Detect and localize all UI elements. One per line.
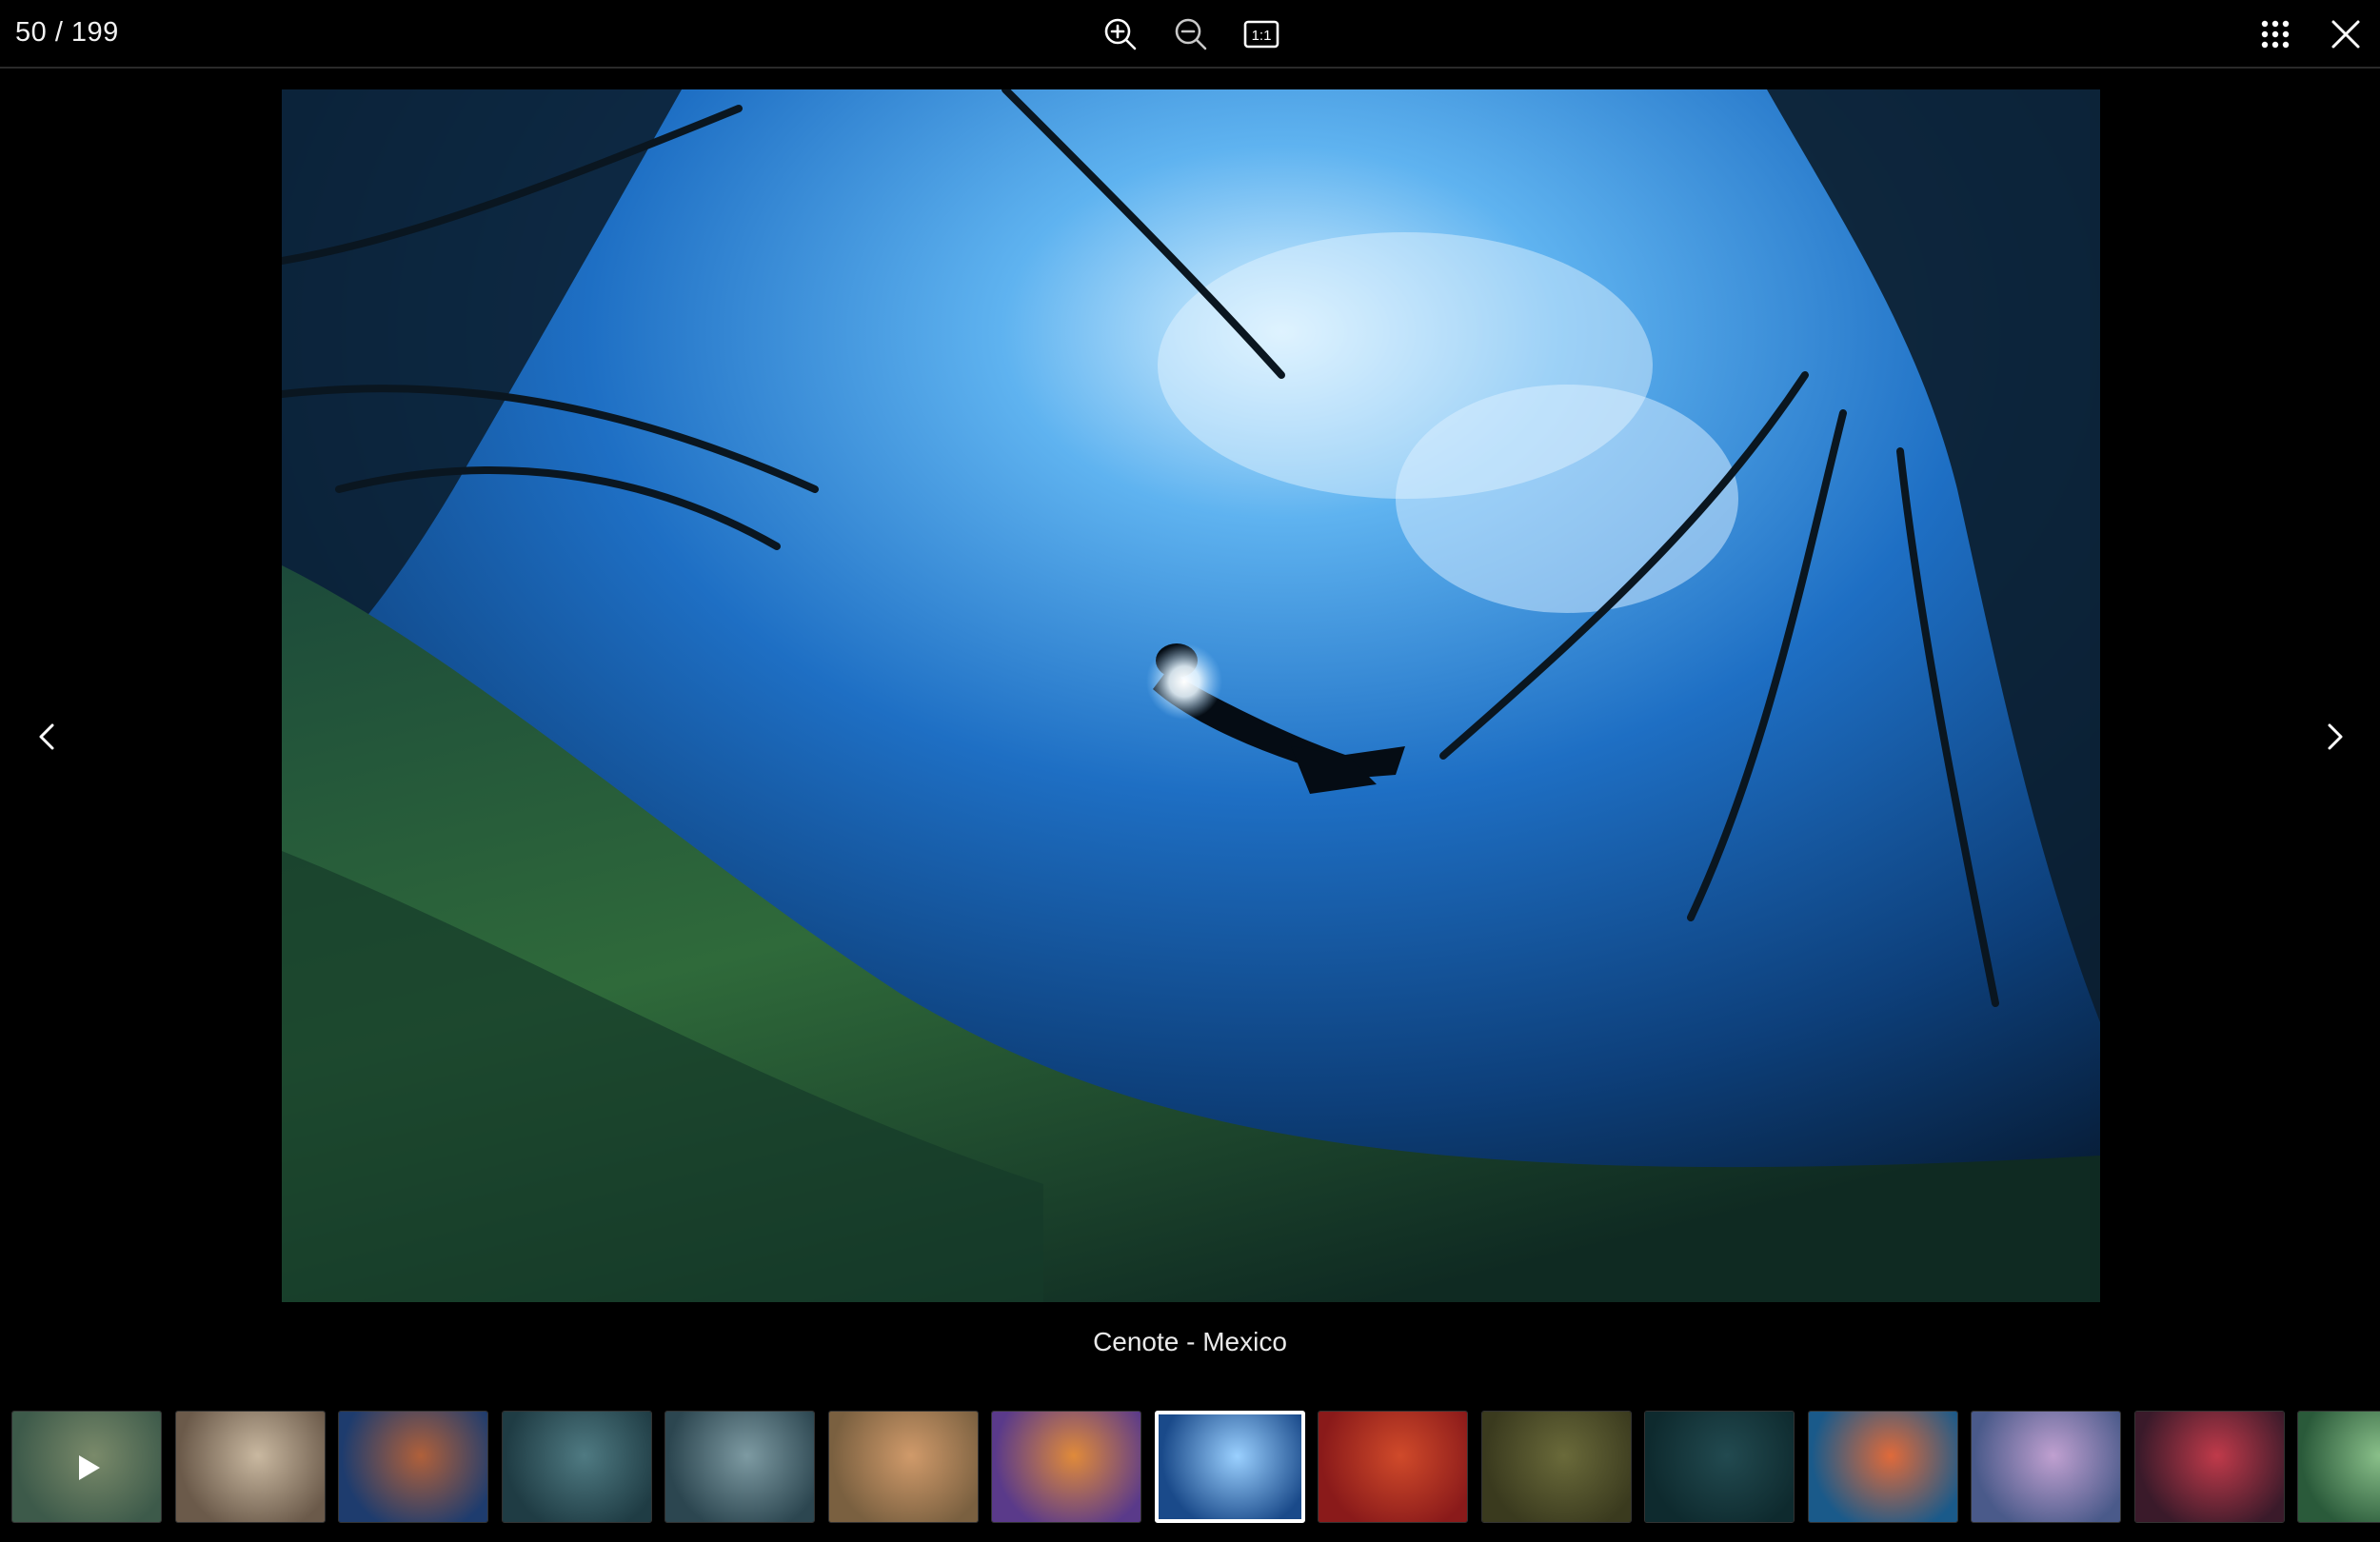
thumbnail-active[interactable] [1154,1411,1305,1523]
thumbnail-image [2298,1412,2380,1522]
svg-text:1:1: 1:1 [1252,28,1272,44]
thumbnail-image [1481,1412,1631,1522]
thumbnail-image [1808,1412,1957,1522]
thumbnail[interactable] [174,1411,326,1523]
actual-size-button[interactable]: 1:1 [1240,13,1282,55]
thumbnail[interactable] [338,1411,488,1523]
image-counter: 50 / 199 [15,17,119,48]
thumbnail-image [665,1412,814,1522]
actual-size-icon: 1:1 [1243,20,1279,49]
close-button[interactable] [2325,13,2367,55]
thumbnail-image [175,1412,325,1522]
close-icon [2331,20,2360,49]
zoom-in-button[interactable] [1100,13,1141,55]
zoom-out-icon [1175,18,1207,50]
chevron-left-icon [39,723,54,750]
thumbnail[interactable] [827,1411,979,1523]
next-button[interactable] [2306,708,2363,765]
thumbnail[interactable] [11,1411,162,1523]
thumbnail[interactable] [991,1411,1141,1523]
thumbnail[interactable] [664,1411,815,1523]
top-toolbar: 50 / 199 1:1 [0,0,2380,69]
thumbnail-image [1645,1412,1794,1522]
thumbnail[interactable] [1807,1411,1958,1523]
thumbnail-image [828,1412,978,1522]
thumbnail-image [1319,1412,1467,1522]
thumbnail-image [992,1412,1140,1522]
previous-button[interactable] [19,708,76,765]
thumbnail-image [2134,1412,2284,1522]
thumbnail-image [502,1412,651,1522]
cenote-photo [282,89,2100,1302]
thumbnail-image [1972,1412,2120,1522]
photo-caption: Cenote - Mexico [1093,1327,1287,1356]
thumbnail-strip [0,1407,2380,1525]
grid-view-button[interactable] [2254,13,2296,55]
grid-icon [2261,20,2290,49]
thumbnail[interactable] [1318,1411,1468,1523]
thumbnail[interactable] [2133,1411,2285,1523]
thumbnail[interactable] [1971,1411,2121,1523]
thumbnail-image [339,1412,487,1522]
image-viewer: Cenote - Mexico [0,70,2380,1403]
main-photo[interactable] [282,89,2100,1302]
thumbnail-image [1158,1414,1301,1519]
thumbnail[interactable] [1480,1411,1632,1523]
thumbnail[interactable] [2297,1411,2380,1523]
zoom-in-icon [1104,18,1137,50]
play-icon[interactable] [71,1452,104,1484]
thumbnail[interactable] [1644,1411,1795,1523]
zoom-out-button[interactable] [1170,13,1212,55]
chevron-right-icon [2328,723,2343,750]
thumbnail[interactable] [501,1411,652,1523]
